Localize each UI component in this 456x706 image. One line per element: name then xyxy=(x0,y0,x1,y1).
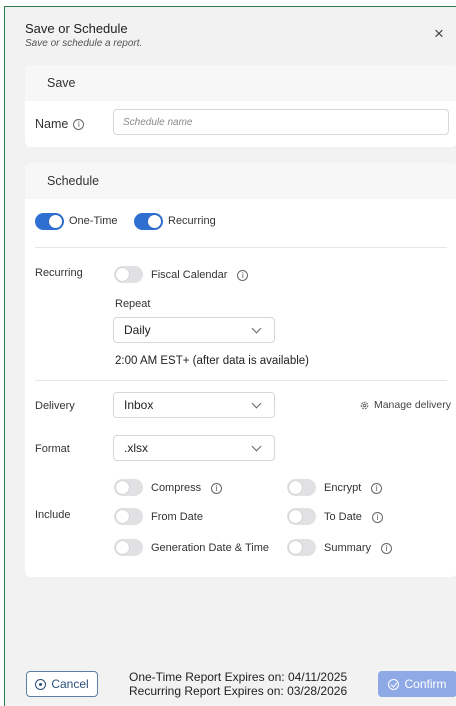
chevron-down-icon xyxy=(251,323,262,333)
close-icon[interactable]: × xyxy=(430,25,448,43)
name-label-group: Name i xyxy=(35,117,85,131)
to-date-label-group: To Date i xyxy=(324,511,383,523)
manage-delivery-label: Manage delivery xyxy=(373,399,451,411)
format-value: .xlsx xyxy=(124,441,148,455)
format-label: Format xyxy=(35,443,70,455)
repeat-label: Repeat xyxy=(115,298,151,310)
compress-label-group: Compress i xyxy=(151,482,223,494)
one-time-label: One-Time xyxy=(69,215,118,227)
compress-label: Compress xyxy=(151,482,202,494)
recurring-toggle-label: Recurring xyxy=(168,215,216,227)
one-time-toggle[interactable] xyxy=(35,213,64,230)
toggle-knob xyxy=(289,541,302,554)
toggle-knob xyxy=(49,215,62,228)
gear-icon xyxy=(360,401,369,409)
name-label: Name xyxy=(35,117,69,131)
summary-label: Summary xyxy=(324,542,372,554)
info-icon[interactable]: i xyxy=(371,511,383,523)
check-circle-icon xyxy=(388,678,400,690)
recurring-row-label: Recurring xyxy=(35,267,83,279)
fiscal-calendar-toggle[interactable] xyxy=(114,266,143,283)
recurring-toggle[interactable] xyxy=(134,213,163,230)
summary-label-group: Summary i xyxy=(324,542,393,554)
dialog-title: Save or Schedule xyxy=(25,21,128,36)
chevron-down-icon xyxy=(251,398,262,408)
confirm-button[interactable]: Confirm xyxy=(378,671,456,697)
toggle-knob xyxy=(289,510,302,523)
compress-toggle[interactable] xyxy=(114,479,143,496)
recurring-expiry: Recurring Report Expires on: 03/28/2026 xyxy=(129,684,348,698)
divider xyxy=(35,380,447,381)
toggle-knob xyxy=(116,268,129,281)
info-icon[interactable]: i xyxy=(211,482,223,494)
repeat-value: Daily xyxy=(124,323,151,337)
cancel-circle-icon xyxy=(35,678,47,690)
encrypt-toggle[interactable] xyxy=(287,479,316,496)
fiscal-calendar-label: Fiscal Calendar xyxy=(151,269,228,281)
dialog-header: Save or Schedule Save or schedule a repo… xyxy=(25,21,142,49)
from-date-toggle[interactable] xyxy=(114,508,143,525)
summary-toggle[interactable] xyxy=(287,539,316,556)
generation-date-time-label: Generation Date & Time xyxy=(151,542,270,554)
divider xyxy=(35,247,447,248)
info-icon[interactable]: i xyxy=(381,542,393,554)
format-select[interactable]: .xlsx xyxy=(113,435,275,461)
delivery-label: Delivery xyxy=(35,400,75,412)
repeat-select[interactable]: Daily xyxy=(113,317,275,343)
to-date-toggle[interactable] xyxy=(287,508,316,525)
confirm-label: Confirm xyxy=(404,677,447,691)
expiry-info: One-Time Report Expires on: 04/11/2025 R… xyxy=(129,670,347,698)
toggle-knob xyxy=(116,541,129,554)
schedule-name-input[interactable] xyxy=(113,109,449,135)
save-section: Save Name i xyxy=(25,65,456,147)
toggle-knob xyxy=(289,481,302,494)
generation-date-time-toggle[interactable] xyxy=(114,539,143,556)
delivery-select[interactable]: Inbox xyxy=(113,392,275,418)
encrypt-label: Encrypt xyxy=(324,482,362,494)
dialog-subtitle: Save or schedule a report. xyxy=(25,38,143,49)
save-section-heading: Save xyxy=(25,65,456,101)
info-icon[interactable]: i xyxy=(237,269,249,281)
cancel-label: Cancel xyxy=(51,677,89,691)
info-icon[interactable]: i xyxy=(371,482,383,494)
info-icon[interactable]: i xyxy=(73,118,85,130)
toggle-knob xyxy=(116,481,129,494)
delivery-value: Inbox xyxy=(124,398,154,412)
schedule-section: Schedule One-Time Recurring Recurring Fi… xyxy=(25,163,456,577)
save-schedule-dialog: Save or Schedule Save or schedule a repo… xyxy=(4,6,456,706)
toggle-knob xyxy=(148,215,161,228)
one-time-expiry: One-Time Report Expires on: 04/11/2025 xyxy=(129,670,348,684)
to-date-label: To Date xyxy=(324,511,362,523)
encrypt-label-group: Encrypt i xyxy=(324,482,383,494)
fiscal-calendar-label-group: Fiscal Calendar i xyxy=(151,269,249,281)
toggle-knob xyxy=(116,510,129,523)
schedule-time-note: 2:00 AM EST+ (after data is available) xyxy=(115,355,310,367)
include-label: Include xyxy=(35,509,71,521)
chevron-down-icon xyxy=(251,441,262,451)
from-date-label: From Date xyxy=(151,511,203,523)
cancel-button[interactable]: Cancel xyxy=(26,671,98,697)
manage-delivery-link[interactable]: Manage delivery xyxy=(359,399,451,411)
schedule-section-heading: Schedule xyxy=(25,163,456,199)
